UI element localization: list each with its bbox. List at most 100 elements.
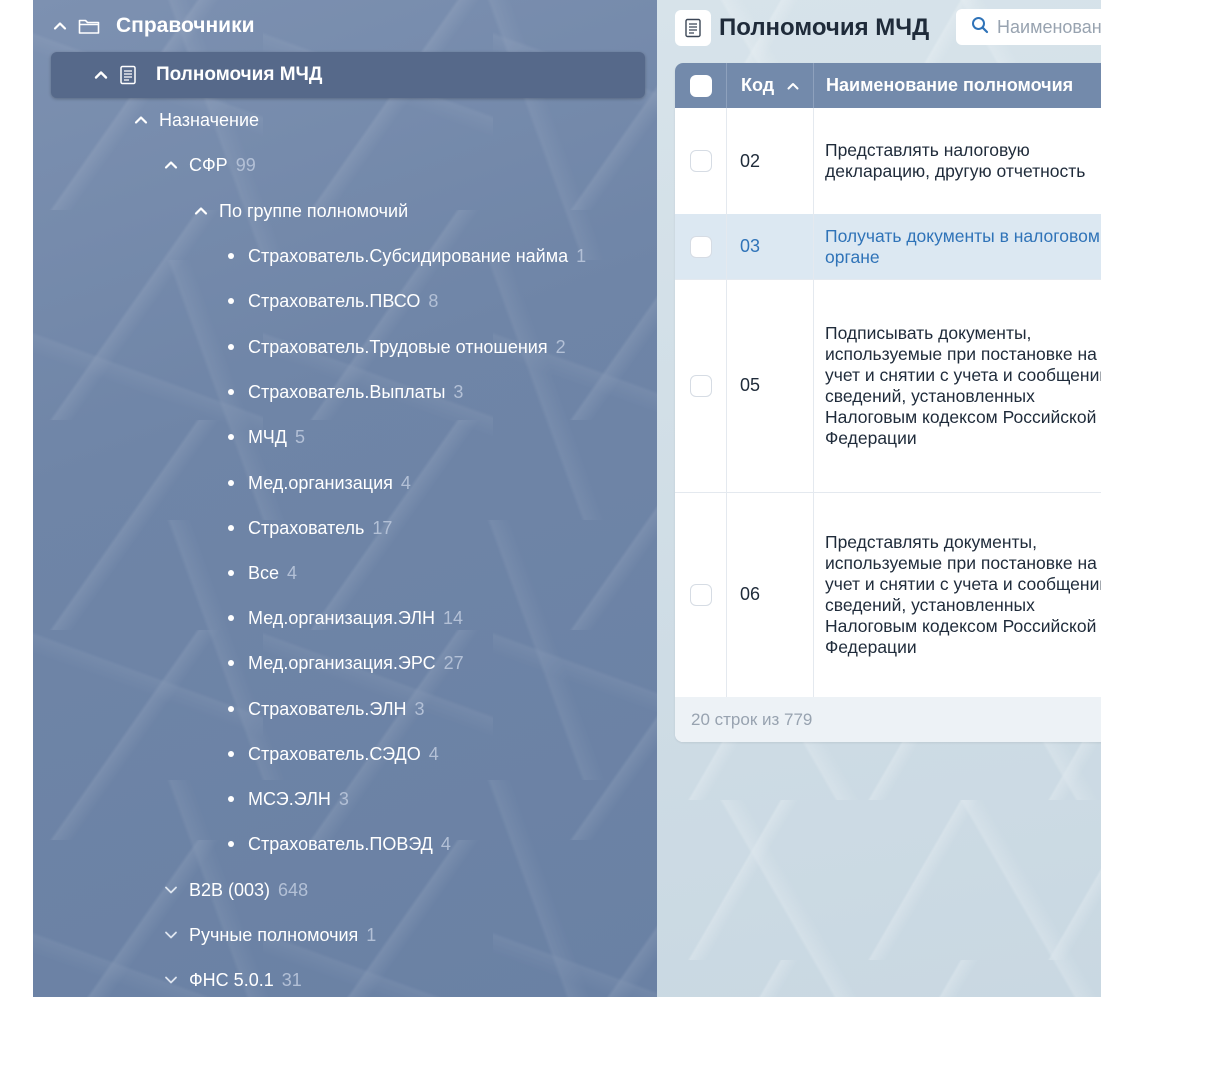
tree-node-label: По группе полномочий <box>219 200 409 221</box>
chevron-up-icon[interactable] <box>93 67 109 83</box>
authorities-table: Код Наименование полномочия 02 Представл… <box>675 63 1101 742</box>
cell-code: 06 <box>726 492 813 697</box>
folder-icon <box>78 17 100 35</box>
tree-leaf-count: 2 <box>555 336 566 357</box>
tree-leaf-group[interactable]: Страхователь.Трудовые отношения 2 <box>33 325 657 369</box>
select-all-checkbox[interactable] <box>689 74 712 97</box>
tree-leaf-count: 3 <box>338 788 349 809</box>
tree-leaf-count: 14 <box>443 607 464 628</box>
tree-leaf-label: Мед.организация.ЭЛН <box>248 607 436 628</box>
tree-node-label: B2B (003) <box>189 879 271 900</box>
tree-leaf-label: Страхователь.ЭЛН <box>248 698 407 719</box>
tree-leaf-label: Страхователь.ПВСО <box>248 290 421 311</box>
table-row-highlighted[interactable]: 03 Получать документы в налоговом органе <box>675 214 1101 280</box>
search-box[interactable] <box>956 9 1101 45</box>
tree-leaf-count: 8 <box>428 290 439 311</box>
cell-code: 02 <box>726 108 813 214</box>
sort-ascending-icon <box>786 79 800 93</box>
bullet-icon <box>228 660 234 666</box>
table-row[interactable]: 06 Представлять документы, используемые … <box>675 492 1101 697</box>
bullet-icon <box>228 298 234 304</box>
tree-leaf-group[interactable]: Страхователь 17 <box>33 506 657 550</box>
column-header-label: Код <box>741 75 775 95</box>
tree-leaf-count: 3 <box>414 698 425 719</box>
cell-code: 05 <box>726 279 813 492</box>
tree-node-manual-authorities[interactable]: Ручные полномочия 1 <box>33 913 657 957</box>
tree-leaf-count: 1 <box>576 245 587 266</box>
tree-leaf-label: Страхователь.Трудовые отношения <box>248 336 548 357</box>
chevron-up-icon[interactable] <box>52 18 68 34</box>
tree-leaf-count: 4 <box>287 562 298 583</box>
tree-leaf-count: 4 <box>440 833 451 854</box>
search-input[interactable] <box>997 16 1101 38</box>
chevron-down-icon[interactable] <box>163 972 179 988</box>
bullet-icon <box>228 389 234 395</box>
tree-leaf-group[interactable]: Страхователь.ПВСО 8 <box>33 279 657 323</box>
document-icon <box>119 65 137 85</box>
cell-name: Представлять документы, используемые при… <box>813 492 1101 697</box>
tree-node-references[interactable]: Справочники <box>33 4 657 48</box>
row-checkbox[interactable] <box>689 150 712 172</box>
column-header-name[interactable]: Наименование полномочия <box>813 63 1101 108</box>
bullet-icon <box>228 841 234 847</box>
tree-leaf-group[interactable]: Страхователь.Субсидирование найма 1 <box>33 234 657 278</box>
document-icon <box>675 10 711 46</box>
tree-leaf-count: 3 <box>453 381 464 402</box>
sidebar-tree: Справочники Полномочия МЧД Назначение СФ… <box>33 0 657 997</box>
chevron-up-icon[interactable] <box>133 112 149 128</box>
page-title: Полномочия МЧД <box>719 14 930 41</box>
row-checkbox-cell <box>675 108 726 214</box>
chevron-up-icon[interactable] <box>193 203 209 219</box>
table-header: Код Наименование полномочия <box>675 63 1101 108</box>
bullet-icon <box>228 434 234 440</box>
tree-leaf-group[interactable]: Мед.организация 4 <box>33 461 657 505</box>
chevron-down-icon[interactable] <box>163 882 179 898</box>
tree-leaf-group[interactable]: Страхователь.Выплаты 3 <box>33 370 657 414</box>
tree-node-b2b[interactable]: B2B (003) 648 <box>33 868 657 912</box>
tree-node-by-group[interactable]: По группе полномочий <box>33 189 657 233</box>
tree-node-mchd-authorities[interactable]: Полномочия МЧД <box>51 52 645 98</box>
bullet-icon <box>228 253 234 259</box>
tree-leaf-label: МЧД <box>248 426 287 447</box>
tree-leaf-group[interactable]: МСЭ.ЭЛН 3 <box>33 777 657 821</box>
tree-node-count: 99 <box>235 154 256 175</box>
cell-name: Подписывать документы, используемые при … <box>813 279 1101 492</box>
table-row[interactable]: 05 Подписывать документы, используемые п… <box>675 279 1101 493</box>
tree-node-fns-501[interactable]: ФНС 5.0.1 31 <box>33 958 657 997</box>
bullet-icon <box>228 344 234 350</box>
bullet-icon <box>228 796 234 802</box>
tree-node-assignment[interactable]: Назначение <box>33 98 657 142</box>
tree-leaf-group[interactable]: Все 4 <box>33 551 657 595</box>
table-footer-row-count: 20 строк из 779 <box>675 697 1101 742</box>
row-checkbox[interactable] <box>689 235 712 258</box>
tree-node-count: 1 <box>366 924 377 945</box>
tree-leaf-group[interactable]: Страхователь.ЭЛН 3 <box>33 687 657 731</box>
tree-leaf-group[interactable]: Страхователь.ПОВЭД 4 <box>33 822 657 866</box>
tree-node-count: 31 <box>281 969 302 990</box>
column-header-code[interactable]: Код <box>726 63 813 108</box>
tree-leaf-group[interactable]: МЧД 5 <box>33 415 657 459</box>
tree-node-label: Ручные полномочия <box>189 924 359 945</box>
row-checkbox-cell <box>675 492 726 697</box>
tree-leaf-label: МСЭ.ЭЛН <box>248 788 331 809</box>
tree-leaf-label: Страхователь.ПОВЭД <box>248 833 433 854</box>
bullet-icon <box>228 706 234 712</box>
tree-leaf-group[interactable]: Мед.организация.ЭЛН 14 <box>33 596 657 640</box>
row-checkbox[interactable] <box>689 583 712 606</box>
tree-leaf-count: 4 <box>400 472 411 493</box>
tree-node-label: Назначение <box>159 109 260 130</box>
chevron-down-icon[interactable] <box>163 927 179 943</box>
tree-node-count: 648 <box>278 879 309 900</box>
tree-leaf-group[interactable]: Мед.организация.ЭРС 27 <box>33 641 657 685</box>
table-row[interactable]: 02 Представлять налоговую декларацию, др… <box>675 108 1101 215</box>
tree-leaf-count: 5 <box>294 426 305 447</box>
main-panel: Полномочия МЧД Код Наименовани <box>657 0 1101 997</box>
select-all-cell <box>675 63 726 108</box>
bullet-icon <box>228 570 234 576</box>
chevron-up-icon[interactable] <box>163 157 179 173</box>
bullet-icon <box>228 751 234 757</box>
tree-node-sfr[interactable]: СФР 99 <box>33 143 657 187</box>
tree-leaf-group[interactable]: Страхователь.СЭДО 4 <box>33 732 657 776</box>
row-checkbox[interactable] <box>689 374 712 397</box>
app-window: Справочники Полномочия МЧД Назначение СФ… <box>33 0 1101 997</box>
